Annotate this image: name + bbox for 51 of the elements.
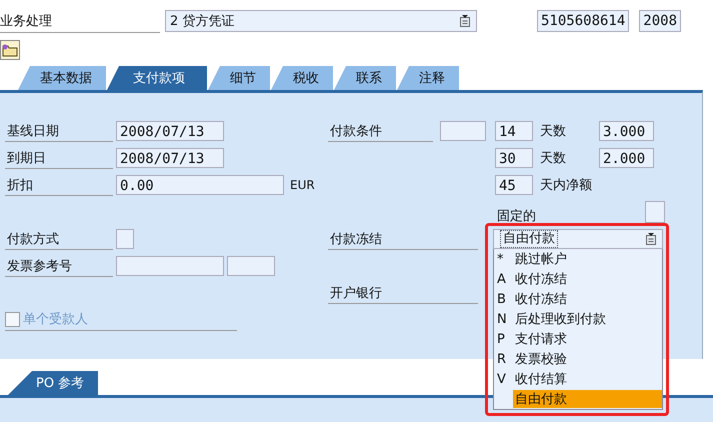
amount-field[interactable]: 0.00 [116,174,284,194]
dropdown-option[interactable]: V 收付结算 [494,369,662,389]
tab[interactable]: 注释 [397,66,459,90]
field-label: 付款冻结 [328,228,478,250]
date-field[interactable]: 2008/07/13 [116,120,224,140]
field-label: 开户银行 [328,282,478,304]
percent-field[interactable]: 3.000 [599,120,654,140]
field-label: 业务处理 [0,10,160,32]
currency-label: EUR [290,178,315,192]
checkbox[interactable] [5,312,20,326]
dropdown-icon [460,15,470,27]
input-field[interactable] [116,256,224,276]
dropdown-option[interactable]: N 后处理收到付款 [494,309,662,329]
field-label: 发票参考号 [5,254,113,276]
field-label: 折扣 [5,174,113,196]
tab[interactable]: 联系 [334,66,396,90]
days-label: 天数 [539,122,567,140]
fiscal-year-field[interactable]: 2008 [639,10,682,32]
field-label: 基线日期 [5,120,113,142]
days-field[interactable]: 45 [495,174,533,194]
tab[interactable]: 细节 [208,66,270,90]
field-label: 付款条件 [328,120,433,142]
document-number-field[interactable]: 5105608614 [537,10,630,32]
payment-block-dropdown[interactable]: 自由付款 [493,229,663,249]
tab[interactable]: 基本数据 [18,66,106,90]
days-label: 天数 [539,150,567,166]
percent-field[interactable]: 2.000 [599,148,654,168]
checkbox-label: 单个受款人 [23,311,88,328]
dropdown-option[interactable]: P 支付请求 [494,329,662,349]
document-type-dropdown[interactable]: 2 贷方凭证 [165,10,477,32]
dropdown-option[interactable]: R 发票校验 [494,349,662,369]
days-label: 天内净额 [539,176,593,194]
days-field[interactable]: 30 [495,148,533,168]
field-label: 到期日 [5,146,113,168]
folder-icon [2,43,18,57]
field-label: 付款方式 [5,228,113,250]
tab[interactable]: 税收 [271,66,333,90]
checkbox[interactable] [645,200,665,222]
dropdown-option[interactable]: A 收付冻结 [494,269,662,289]
input-field[interactable] [440,120,486,140]
input-field[interactable] [227,256,275,276]
date-field[interactable]: 2008/07/13 [116,148,224,168]
input-field[interactable] [116,228,134,248]
tab[interactable]: 支付款项 [107,66,207,90]
days-field[interactable]: 14 [495,120,533,140]
dropdown-option[interactable]: * 跳过帐户 [494,249,662,269]
dropdown-option[interactable]: B 收付冻结 [494,289,662,309]
dropdown-icon [646,233,656,245]
field-label: 固定的 [497,208,536,225]
folder-button[interactable] [0,40,20,60]
tab[interactable]: PO 参考 [8,371,98,395]
